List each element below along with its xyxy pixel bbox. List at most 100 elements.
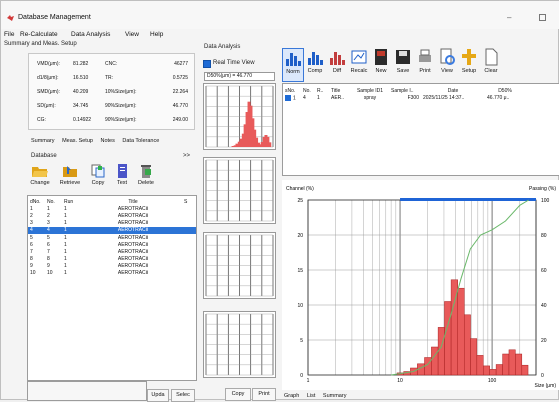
- tab-graph[interactable]: Graph: [284, 393, 299, 399]
- table-row[interactable]: 3 3 1 AEROTRACⅡ: [28, 220, 196, 227]
- delete-label: Delete: [138, 180, 154, 186]
- print-label: Print: [419, 68, 431, 74]
- cell-s: [182, 205, 196, 212]
- sample-grid: sNo. No. R.. Title Sample ID1 Sample I..…: [283, 87, 525, 101]
- update-button[interactable]: Upda: [147, 389, 169, 402]
- cell-run: 1: [64, 256, 67, 263]
- col-run[interactable]: Run: [62, 198, 84, 205]
- menu-recalculate[interactable]: Re-Calculate: [20, 31, 58, 38]
- retrieve-button[interactable]: Retrieve: [56, 164, 84, 186]
- y-tick-label: 5: [300, 338, 303, 344]
- tab-summary-chart[interactable]: Summary: [323, 393, 347, 399]
- minimize-icon[interactable]: –: [507, 13, 511, 22]
- table-row[interactable]: 8 8 1 AEROTRACⅡ: [28, 256, 196, 263]
- stat-value: 40.209: [73, 89, 89, 95]
- maximize-icon[interactable]: [539, 14, 546, 21]
- tab-notes[interactable]: Notes: [100, 138, 114, 144]
- print-button[interactable]: Print: [414, 48, 436, 82]
- setup-label: Setup: [461, 68, 477, 74]
- copy-chart-button[interactable]: Copy: [225, 388, 251, 401]
- delete-button[interactable]: Delete: [134, 164, 158, 186]
- stat-value: 16.510: [73, 75, 89, 81]
- clear-button[interactable]: Clear: [480, 48, 502, 82]
- histogram-bar: [502, 353, 510, 376]
- diff-icon: [330, 52, 345, 65]
- tab-summary[interactable]: Summary: [31, 138, 55, 144]
- table-row[interactable]: 7 7 1 AEROTRACⅡ: [28, 248, 196, 255]
- menu-help[interactable]: Help: [150, 31, 163, 38]
- cell-dno: 1: [30, 205, 33, 212]
- setup-button[interactable]: Setup: [458, 48, 480, 82]
- change-button[interactable]: Change: [28, 164, 52, 186]
- stat-label: CG:: [37, 117, 46, 123]
- mini-chart-4-grid: [205, 313, 274, 376]
- grid-cell-date: 2025/11/25 14:37..: [423, 94, 465, 101]
- table-row[interactable]: 5 5 1 AEROTRACⅡ: [28, 234, 196, 241]
- cell-no: 8: [47, 256, 50, 263]
- summary-header: Summary and Meas. Setup: [4, 41, 77, 47]
- database-table-panel: dNo. No. Run Title S 1 1 1 AEROTRACⅡ 2 2 1 AERO…: [27, 195, 197, 381]
- copy-icon: [91, 164, 105, 178]
- cell-run: 1: [64, 212, 67, 219]
- col-title[interactable]: Title: [84, 198, 182, 205]
- realtime-checkbox[interactable]: [203, 60, 211, 68]
- tab-list[interactable]: List: [307, 393, 316, 399]
- tab-data-tolerance[interactable]: Data Tolerance: [122, 138, 159, 144]
- new-button[interactable]: New: [370, 48, 392, 82]
- grid-col-no[interactable]: No.: [301, 87, 315, 94]
- print-chart-button[interactable]: Print: [252, 388, 276, 401]
- x-tick-label: 1: [307, 378, 310, 384]
- grid-col-title[interactable]: Title: [329, 87, 351, 94]
- table-row[interactable]: 6 6 1 AEROTRACⅡ: [28, 241, 196, 248]
- menu-data-analysis[interactable]: Data Analysis: [71, 31, 110, 38]
- view-button[interactable]: View: [436, 48, 458, 82]
- change-label: Change: [30, 180, 50, 186]
- table-row[interactable]: 10 10 1 AEROTRACⅡ: [28, 270, 196, 277]
- col-dno[interactable]: dNo.: [28, 198, 45, 205]
- y-tick-label: 25: [297, 198, 303, 204]
- col-no[interactable]: No.: [45, 198, 62, 205]
- copy-button[interactable]: Copy: [87, 164, 109, 186]
- select-button[interactable]: Selec: [171, 389, 195, 402]
- grid-col-sid2[interactable]: Sample I..: [389, 87, 421, 94]
- database-header: Database: [31, 153, 57, 159]
- table-row[interactable]: 1 1 1 AEROTRACⅡ: [28, 205, 196, 212]
- diff-button[interactable]: Diff: [326, 48, 348, 82]
- menu-view[interactable]: View: [125, 31, 139, 38]
- col-s[interactable]: S: [182, 198, 196, 205]
- grid-cell-r: 1: [317, 94, 320, 101]
- save-icon: [396, 50, 410, 64]
- save-button[interactable]: Save: [392, 48, 414, 82]
- scroll-area[interactable]: [27, 381, 147, 401]
- grid-col-sid1[interactable]: Sample ID1: [351, 87, 389, 94]
- norm-button[interactable]: Norm: [282, 48, 304, 82]
- mini-chart-1: [203, 83, 276, 150]
- realtime-label: Real Time View: [213, 60, 255, 66]
- new-label: New: [375, 68, 387, 74]
- grid-col-date[interactable]: Date: [421, 87, 485, 94]
- grid-row-checkbox[interactable]: [285, 94, 291, 101]
- grid-cell-sid2: F300: [407, 94, 419, 101]
- text-button[interactable]: Text: [112, 164, 132, 186]
- save-label: Save: [396, 68, 410, 74]
- table-row[interactable]: 2 2 1 AEROTRACⅡ: [28, 212, 196, 219]
- recalc-button[interactable]: Recalc: [348, 48, 370, 82]
- mini-chart-2-grid: [205, 159, 274, 222]
- grid-col-r[interactable]: R..: [315, 87, 329, 94]
- table-row[interactable]: 4 4 1 AEROTRACⅡ: [28, 226, 196, 234]
- grid-col-sno[interactable]: sNo.: [283, 87, 301, 94]
- collapse-button[interactable]: >>: [183, 153, 190, 159]
- grid-col-d50[interactable]: D50%: [485, 87, 525, 94]
- y2-tick-label: 0: [541, 373, 544, 379]
- cell-no: 6: [47, 241, 50, 248]
- tab-meas-setup[interactable]: Meas. Setup: [62, 138, 93, 144]
- grid-row[interactable]: 1 4 1 AER.. spray F300 2025/11/25 14:37.…: [283, 94, 525, 101]
- cell-title: AEROTRACⅡ: [117, 248, 149, 255]
- stat-value: 81.282: [73, 61, 89, 67]
- comp-button[interactable]: Comp: [304, 48, 326, 82]
- trash-icon: [141, 165, 151, 178]
- menu-file[interactable]: File: [4, 31, 14, 38]
- cell-no: 2: [47, 212, 50, 219]
- table-row[interactable]: 9 9 1 AEROTRACⅡ: [28, 263, 196, 270]
- view-label: View: [441, 68, 453, 74]
